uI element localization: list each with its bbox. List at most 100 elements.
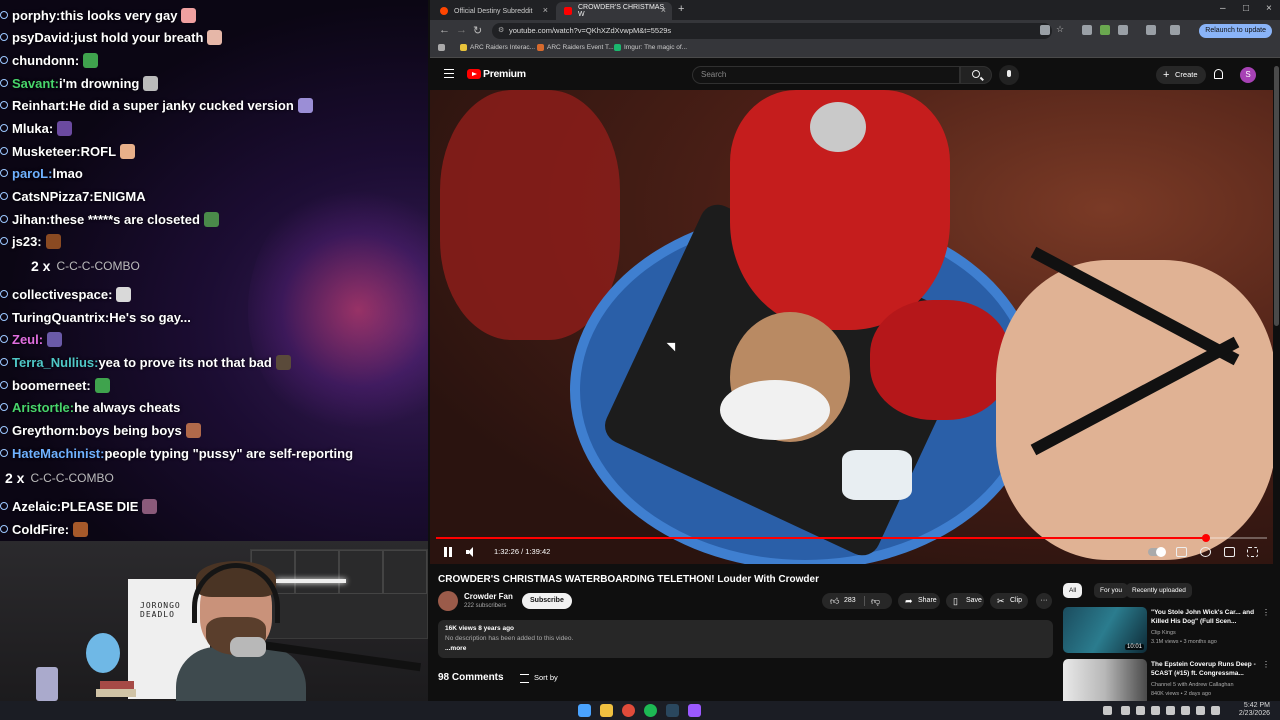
save-button[interactable]: ▯ Save — [946, 593, 984, 609]
chat-username[interactable]: collectivespace: — [12, 287, 112, 302]
chat-username[interactable]: Aristortle: — [12, 400, 74, 415]
recommendation-thumbnail[interactable] — [1063, 659, 1147, 701]
tray-app-icon[interactable] — [1136, 706, 1145, 715]
tab-close-icon[interactable]: × — [543, 5, 548, 15]
youtube-logo-text[interactable]: Premium — [483, 68, 526, 80]
chip-for-you[interactable]: For you — [1094, 583, 1129, 598]
site-info-icon[interactable]: ⚙ — [498, 23, 504, 39]
start-menu-icon[interactable] — [578, 704, 591, 717]
forward-icon[interactable]: → — [456, 24, 467, 36]
description-more-link[interactable]: ...more — [445, 645, 466, 652]
bookmark-star-icon[interactable]: ☆ — [1056, 24, 1064, 35]
chat-username[interactable]: Terra_Nullius: — [12, 355, 98, 370]
bookmark-imgur[interactable]: Imgur: The magic of... — [614, 44, 687, 51]
voice-search-icon[interactable] — [999, 65, 1019, 85]
maximize-button[interactable]: □ — [1243, 3, 1249, 14]
tab-destiny-subreddit[interactable]: Official Destiny Subreddit × — [432, 2, 554, 20]
tray-app-icon[interactable] — [1121, 706, 1130, 715]
recommendation-title[interactable]: "You Stole John Wick's Car... and Killed… — [1151, 608, 1263, 626]
fullscreen-icon[interactable] — [1247, 547, 1258, 557]
tray-chevron-icon[interactable] — [1103, 706, 1112, 715]
pause-icon[interactable] — [442, 546, 454, 558]
new-tab-button[interactable]: + — [678, 3, 684, 15]
tab-close-icon[interactable]: × — [661, 5, 666, 15]
notifications-bell-icon[interactable] — [1214, 69, 1223, 79]
back-icon[interactable]: ← — [439, 24, 450, 36]
chat-username[interactable]: Musketeer: — [12, 144, 81, 159]
subscribe-button[interactable]: Subscribe — [522, 593, 572, 609]
description-box[interactable]: 16K views 8 years ago No description has… — [438, 620, 1053, 658]
app-icon[interactable] — [688, 704, 701, 717]
extensions-puzzle-icon[interactable] — [1118, 25, 1128, 35]
recommendation-channel[interactable]: Channel 5 with Andrew Callaghan — [1151, 681, 1234, 689]
chat-username[interactable]: Azelaic: — [12, 499, 61, 514]
settings-gear-icon[interactable] — [1200, 547, 1211, 557]
more-options-icon[interactable]: ⋮ — [1262, 660, 1270, 669]
chat-username[interactable]: TuringQuantrix: — [12, 310, 109, 325]
system-clock[interactable]: 5:42 PM 2/23/2026 — [1239, 702, 1270, 718]
autoplay-toggle[interactable] — [1148, 547, 1166, 557]
chat-username[interactable]: Greythorn: — [12, 423, 79, 438]
more-actions-button[interactable]: ··· — [1036, 593, 1052, 609]
clip-button[interactable]: ✂ Clip — [990, 593, 1028, 609]
thumbs-down-icon[interactable]: 👎︎ — [871, 593, 880, 609]
spotify-icon[interactable] — [644, 704, 657, 717]
channel-avatar[interactable] — [438, 591, 458, 611]
like-count[interactable]: 283 — [844, 593, 856, 609]
chat-username[interactable]: boomerneet: — [12, 378, 91, 393]
chip-recently-uploaded[interactable]: Recently uploaded — [1126, 583, 1192, 598]
tray-app-icon[interactable] — [1181, 706, 1190, 715]
chat-username[interactable]: psyDavid: — [12, 30, 74, 45]
chat-username[interactable]: HateMachinist: — [12, 446, 104, 461]
url-bar[interactable]: ⚙ youtube.com/watch?v=QKhXZdXvwpM&t=5529… — [492, 23, 1052, 39]
recommendation-thumbnail[interactable]: 10:01 — [1063, 607, 1147, 653]
search-input[interactable]: Search — [692, 66, 960, 84]
video-progress-bar[interactable] — [436, 534, 1267, 542]
chat-username[interactable]: CatsNPizza7: — [12, 189, 94, 204]
install-icon[interactable] — [1040, 25, 1050, 35]
create-button[interactable]: Create — [1156, 66, 1206, 84]
share-button[interactable]: ➦ Share — [898, 593, 940, 609]
captions-icon[interactable] — [1176, 547, 1187, 557]
sort-comments-button[interactable]: Sort by — [520, 673, 558, 683]
scrollbar-thumb[interactable] — [1274, 66, 1279, 326]
bookmark-arc-raiders-event[interactable]: ARC Raiders Event T... — [537, 44, 614, 51]
minimize-button[interactable]: – — [1220, 3, 1226, 14]
extension-icon[interactable] — [1082, 25, 1092, 35]
hamburger-menu-icon[interactable] — [444, 69, 454, 78]
chip-all[interactable]: All — [1063, 583, 1083, 598]
chat-username[interactable]: ColdFire: — [12, 522, 69, 537]
chat-username[interactable]: paroL: — [12, 166, 52, 181]
apps-icon[interactable] — [438, 44, 448, 51]
tray-app-icon[interactable] — [1151, 706, 1160, 715]
reload-icon[interactable]: ↻ — [473, 24, 482, 37]
chat-username[interactable]: Jihan: — [12, 212, 50, 227]
more-options-icon[interactable]: ⋮ — [1262, 608, 1270, 617]
volume-icon[interactable] — [466, 547, 476, 557]
chrome-icon[interactable] — [622, 704, 635, 717]
page-scrollbar[interactable] — [1273, 58, 1280, 701]
youtube-logo-icon[interactable] — [467, 69, 481, 79]
tab-youtube-video[interactable]: CROWDER'S CHRISTMAS W × — [556, 2, 672, 20]
close-window-button[interactable]: × — [1266, 3, 1272, 14]
chat-username[interactable]: Zeul: — [12, 332, 43, 347]
file-explorer-icon[interactable] — [600, 704, 613, 717]
chat-username[interactable]: Savant: — [12, 76, 59, 91]
search-button[interactable] — [960, 66, 992, 84]
relaunch-to-update-button[interactable]: Relaunch to update — [1199, 24, 1272, 38]
thumbs-up-icon[interactable]: 👍︎ — [830, 593, 839, 609]
chat-username[interactable]: chundonn: — [12, 53, 79, 68]
theater-mode-icon[interactable] — [1224, 547, 1235, 557]
steam-icon[interactable] — [666, 704, 679, 717]
chat-username[interactable]: Mluka: — [12, 121, 53, 136]
chat-username[interactable]: Reinhart: — [12, 98, 69, 113]
chat-username[interactable]: porphy: — [12, 8, 60, 23]
network-icon[interactable] — [1196, 706, 1205, 715]
video-player[interactable] — [430, 90, 1273, 564]
chat-username[interactable]: js23: — [12, 234, 42, 249]
bookmark-arc-raiders-interactive[interactable]: ARC Raiders Interac... — [460, 44, 535, 51]
recommendation-title[interactable]: The Epstein Coverup Runs Deep - 5CAST (#… — [1151, 660, 1263, 678]
profile-icon[interactable] — [1170, 25, 1180, 35]
channel-name[interactable]: Crowder Fan — [464, 592, 513, 601]
extension-icon[interactable] — [1100, 25, 1110, 35]
